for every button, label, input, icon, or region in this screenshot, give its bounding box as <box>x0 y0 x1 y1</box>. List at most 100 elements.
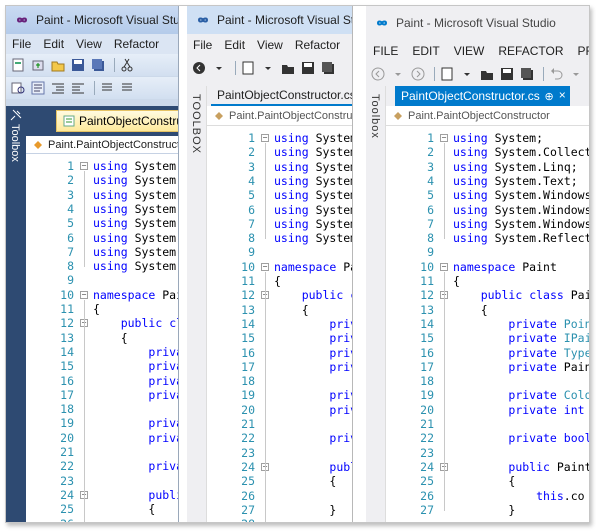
navigation-bar[interactable]: Paint.PaintObjectConstructor <box>386 106 589 126</box>
code-line[interactable]: 27 } <box>386 503 589 517</box>
code-line[interactable]: 17 private Paint <box>386 360 589 374</box>
save-icon[interactable] <box>70 58 86 72</box>
code-line[interactable]: 25 { <box>386 474 589 488</box>
code-line[interactable]: 26 <box>207 489 352 503</box>
code-line[interactable]: 14 private Point <box>26 345 178 359</box>
code-line[interactable]: 2 using System.Collections.Generic; <box>207 145 352 159</box>
navigate-forward-icon[interactable] <box>410 67 426 81</box>
code-line[interactable]: 18 <box>386 374 589 388</box>
code-line[interactable]: 18 <box>207 374 352 388</box>
code-line[interactable]: 21 <box>207 417 352 431</box>
code-line[interactable]: 21 <box>26 445 178 459</box>
menu-view[interactable]: View <box>70 37 108 51</box>
save-icon[interactable] <box>499 67 515 81</box>
code-line[interactable]: 8 using System.Reflection; <box>26 259 178 273</box>
menu-file[interactable]: File <box>6 37 37 51</box>
menu-refactor[interactable]: REFACTOR <box>491 44 570 58</box>
code-line[interactable]: 5 using System.Windows; <box>386 188 589 202</box>
code-line[interactable]: 19 private Color <box>26 416 178 430</box>
code-line[interactable]: 10−namespace Paint <box>386 260 589 274</box>
menu-refactor[interactable]: Refactor <box>289 38 346 52</box>
menu-file[interactable]: FILE <box>366 44 405 58</box>
code-line[interactable]: 7 using System.Windows.Media; <box>386 217 589 231</box>
code-line[interactable]: 11 { <box>386 274 589 288</box>
code-line[interactable]: 25 { <box>26 502 178 516</box>
code-line[interactable]: 17 private Paint <box>207 360 352 374</box>
dropdown-arrow-icon[interactable] <box>390 67 406 81</box>
code-line[interactable]: 5 using System.Windows; <box>207 188 352 202</box>
undo-icon[interactable] <box>548 67 564 81</box>
save-all-icon[interactable] <box>90 58 106 72</box>
open-file-icon[interactable] <box>280 61 296 75</box>
tab-paintobjectconstructor[interactable]: PaintObjectConstructor.cs <box>211 86 352 106</box>
save-all-icon[interactable] <box>519 67 535 81</box>
code-line[interactable]: 26 <box>26 517 178 523</box>
dropdown-arrow-icon[interactable] <box>260 61 276 75</box>
new-project-icon[interactable] <box>240 61 256 75</box>
toolbox-label[interactable]: Toolbox <box>9 124 21 162</box>
code-line[interactable]: 1−using System; <box>386 131 589 145</box>
code-line[interactable]: 12− public class PaintObjectConstructor <box>386 288 589 302</box>
tab-paintobjectconstructor[interactable]: PaintObjectConstructor.cs <box>56 110 178 132</box>
menu-edit[interactable]: EDIT <box>405 44 446 58</box>
comment-lines-icon[interactable] <box>99 81 115 95</box>
menu-view[interactable]: View <box>251 38 289 52</box>
code-line[interactable]: 26 this.co <box>386 489 589 503</box>
code-line[interactable]: 9 <box>386 245 589 259</box>
toolbox-pin-icon[interactable] <box>10 109 22 121</box>
code-line[interactable]: 3 using System.Linq; <box>26 188 178 202</box>
code-line[interactable]: 22 private bool <box>386 431 589 445</box>
navigate-back-icon[interactable] <box>191 61 207 75</box>
code-line[interactable]: 7 using System.Windows.Media; <box>26 245 178 259</box>
code-line[interactable]: 6 using System.Windows.Input; <box>386 203 589 217</box>
code-line[interactable]: 13 { <box>386 303 589 317</box>
code-line[interactable]: 24− public Paint <box>386 460 589 474</box>
code-line[interactable]: 25 { <box>207 474 352 488</box>
find-in-files-icon[interactable] <box>10 81 26 95</box>
close-tab-icon[interactable]: × <box>559 88 566 102</box>
code-line[interactable]: 23 <box>386 446 589 460</box>
code-editor[interactable]: 1−using System;2using System.Collections… <box>386 126 589 522</box>
toolbox-label[interactable]: Toolbox <box>369 94 381 139</box>
code-line[interactable]: 11 { <box>207 274 352 288</box>
code-line[interactable]: 6 using System.Windows.Input; <box>207 203 352 217</box>
uncomment-lines-icon[interactable] <box>119 81 135 95</box>
code-line[interactable]: 5 using System.Windows; <box>26 216 178 230</box>
menu-edit[interactable]: Edit <box>218 38 251 52</box>
code-line[interactable]: 28 <box>207 517 352 522</box>
collapse-region-icon[interactable]: − <box>440 134 448 142</box>
code-line[interactable]: 3 using System.Linq; <box>207 160 352 174</box>
code-line[interactable]: 20 private int <box>207 403 352 417</box>
code-line[interactable]: 20 private int <box>26 431 178 445</box>
code-line[interactable]: 16 private Type <box>386 346 589 360</box>
open-file-icon[interactable] <box>479 67 495 81</box>
code-line[interactable]: 24− public Paint <box>207 460 352 474</box>
code-line[interactable]: 15 private IPaint <box>207 331 352 345</box>
menu-project[interactable]: PROJECT <box>570 44 589 58</box>
new-project-icon[interactable] <box>439 67 455 81</box>
code-line[interactable]: 23 <box>207 446 352 460</box>
code-line[interactable]: 22 private bool <box>26 459 178 473</box>
code-line[interactable]: 4 using System.Text; <box>207 174 352 188</box>
code-line[interactable]: 11 { <box>26 302 178 316</box>
menu-view[interactable]: VIEW <box>447 44 492 58</box>
code-line[interactable]: 4 using System.Text; <box>386 174 589 188</box>
code-line[interactable]: 10−namespace Paint <box>26 288 178 302</box>
code-line[interactable]: 2 using System.Collections.Generic; <box>386 145 589 159</box>
tab-paintobjectconstructor[interactable]: PaintObjectConstructor.cs ⊕ × <box>395 86 570 106</box>
code-line[interactable]: 21 <box>386 417 589 431</box>
outdent-icon[interactable] <box>70 81 86 95</box>
navigation-bar[interactable]: Paint.PaintObjectConstructor <box>207 106 352 126</box>
indent-icon[interactable] <box>50 81 66 95</box>
menu-refactor[interactable]: Refactor <box>108 37 165 51</box>
code-line[interactable]: 27 } <box>207 503 352 517</box>
code-line[interactable]: 22 private bool <box>207 431 352 445</box>
code-line[interactable]: 14 private Point <box>386 317 589 331</box>
code-line[interactable]: 16 private Type <box>207 346 352 360</box>
menu-file[interactable]: File <box>187 38 218 52</box>
navigation-bar[interactable]: Paint.PaintObjectConstructor <box>26 136 178 154</box>
collapse-region-icon[interactable]: − <box>440 262 448 271</box>
types-dropdown[interactable]: Paint.PaintObjectConstructor <box>408 110 550 122</box>
code-line[interactable]: 20 private int <box>386 403 589 417</box>
code-line[interactable]: 4 using System.Text; <box>26 202 178 216</box>
